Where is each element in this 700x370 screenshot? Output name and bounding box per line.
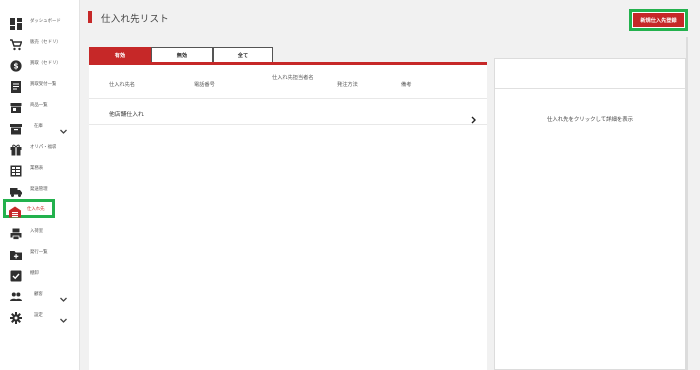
sidebar-item-products[interactable]: 商品一覧: [4, 96, 76, 114]
sidebar: ダッシュボード 販売（セドリ） $ 買取（セドリ） 買取受付一覧 商品一覧 在庫: [0, 0, 80, 370]
column-header-note: 備考: [401, 82, 412, 88]
supplier-list-panel: [89, 65, 487, 370]
sidebar-item-label: 買取（セドリ）: [30, 61, 61, 66]
sidebar-item-oripa[interactable]: オリパ・福袋: [4, 138, 76, 156]
sidebar-item-label: 買取受付一覧: [30, 82, 57, 87]
folder-add-icon: [10, 246, 22, 260]
sidebar-item-inventory[interactable]: 在庫: [4, 117, 76, 135]
sidebar-item-label: 棚卸: [30, 271, 39, 276]
sidebar-item-purchase-reception[interactable]: 買取受付一覧: [4, 75, 76, 93]
truck-icon: [10, 183, 22, 197]
register-supplier-button[interactable]: 新規仕入先登録: [633, 13, 684, 27]
sidebar-item-label: 業務表: [30, 166, 44, 171]
cart-icon: [10, 36, 23, 51]
detail-header: [495, 59, 685, 89]
svg-text:$: $: [13, 62, 18, 71]
column-header-phone: 電話番号: [194, 82, 215, 88]
sidebar-item-label: 顧客: [34, 292, 43, 297]
sidebar-item-dashboard[interactable]: ダッシュボード: [4, 12, 76, 30]
sidebar-item-label: ダッシュボード: [30, 19, 61, 24]
table-icon: [10, 162, 22, 177]
sidebar-item-label: オリパ・福袋: [30, 145, 57, 150]
printer-icon: [10, 225, 22, 240]
receipt-list-icon: [10, 78, 22, 93]
page-title: 仕入れ先リスト: [101, 14, 169, 25]
chevron-down-icon[interactable]: [59, 310, 68, 323]
gear-icon: [10, 309, 22, 324]
sidebar-item-label: 商品一覧: [30, 103, 48, 108]
supplier-name[interactable]: 他店舗仕入れ: [109, 109, 144, 118]
people-icon: [10, 288, 22, 301]
sidebar-item-settings[interactable]: 設定: [4, 306, 76, 324]
sidebar-item-label: 設定: [34, 313, 43, 318]
sidebar-item-label: 販売（セドリ）: [30, 40, 61, 45]
sidebar-item-customers[interactable]: 顧客: [4, 285, 76, 303]
detail-placeholder-text: 仕入れ先をクリックして詳細を表示: [546, 117, 634, 123]
column-header-name: 仕入れ先名: [109, 82, 135, 88]
sidebar-item-issue-list[interactable]: 発行一覧: [4, 243, 76, 261]
column-header-contact: 仕入れ先担当者名: [272, 75, 314, 81]
sidebar-item-label: 仕入れ先: [27, 206, 45, 212]
chevron-down-icon[interactable]: [59, 121, 68, 134]
sidebar-item-sales[interactable]: 販売（セドリ）: [4, 33, 76, 51]
sidebar-item-shipping[interactable]: 発送管理: [4, 180, 76, 198]
dashboard-icon: [10, 15, 22, 30]
sidebar-item-business-table[interactable]: 業務表: [4, 159, 76, 177]
warehouse-icon: [9, 203, 21, 217]
sidebar-item-receiving[interactable]: 入荷室: [4, 222, 76, 240]
sidebar-item-purchase[interactable]: $ 買取（セドリ）: [4, 54, 76, 72]
supplier-detail-panel: 仕入れ先をクリックして詳細を表示: [494, 58, 686, 370]
tab-inactive[interactable]: 無効: [151, 47, 213, 63]
header-divider: [89, 98, 487, 99]
page-title-accent: [88, 11, 92, 23]
chevron-down-icon[interactable]: [59, 289, 68, 302]
storefront-icon: [10, 99, 22, 113]
sidebar-item-stocktaking[interactable]: 棚卸: [4, 264, 76, 282]
sidebar-item-label: 在庫: [34, 124, 43, 129]
dollar-icon: $: [10, 57, 22, 72]
sidebar-item-label: 入荷室: [30, 229, 44, 234]
row-divider: [89, 124, 487, 125]
sidebar-item-label: 発送管理: [30, 187, 48, 192]
check-square-icon: [10, 267, 22, 282]
sidebar-item-suppliers[interactable]: 仕入れ先: [3, 199, 55, 218]
tab-active[interactable]: 有効: [89, 47, 151, 63]
inventory-box-icon: [10, 120, 22, 135]
sidebar-item-label: 発行一覧: [30, 250, 48, 255]
column-header-order-method: 発注方法: [337, 82, 358, 88]
tab-all[interactable]: 全て: [213, 47, 273, 63]
gift-icon: [10, 141, 22, 156]
register-button-highlight: 新規仕入先登録: [629, 9, 688, 31]
chevron-right-icon[interactable]: [470, 109, 477, 124]
scrollbar[interactable]: [686, 37, 688, 370]
